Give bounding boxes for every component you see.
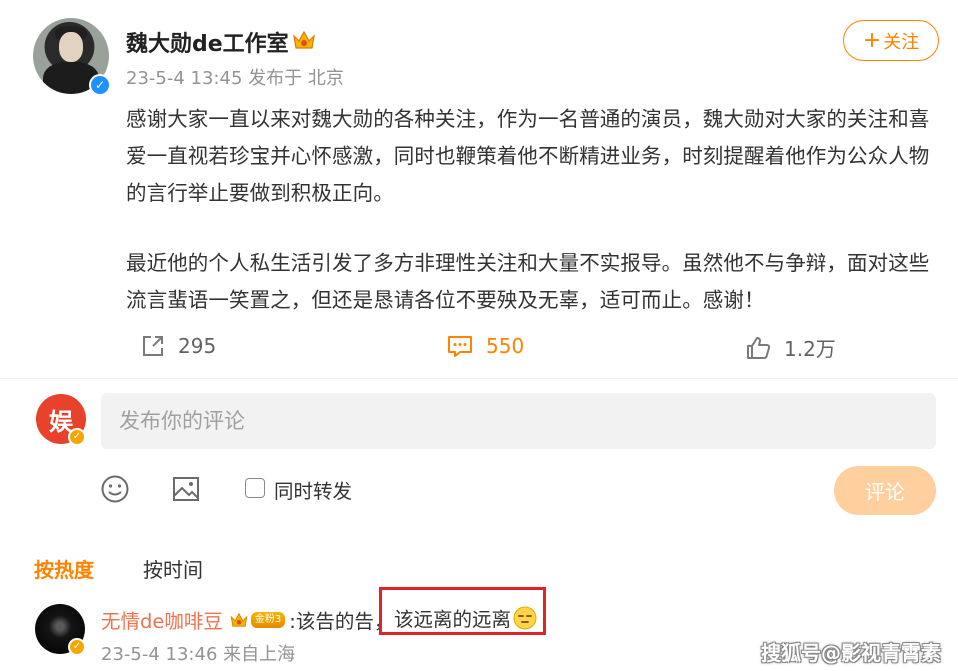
- comment-count: 550: [486, 334, 525, 358]
- comment-button[interactable]: 550: [446, 333, 524, 359]
- post-author-name[interactable]: 魏大勋de工作室: [126, 26, 289, 58]
- verified-badge-icon: ✓: [89, 74, 111, 96]
- repost-checkbox[interactable]: [245, 478, 265, 498]
- comment-icon: [448, 336, 472, 357]
- submit-comment-button[interactable]: 评论: [834, 466, 936, 515]
- section-divider: [0, 378, 958, 379]
- crown-icon: [230, 612, 248, 627]
- image-icon[interactable]: [171, 474, 201, 504]
- comment-author-name[interactable]: 无情de咖啡豆: [101, 605, 223, 634]
- repost-checkbox-label[interactable]: 同时转发: [274, 475, 352, 504]
- comment-text-highlighted: 该远离的远离: [394, 603, 537, 632]
- watermark: 搜狐号@影视青霄素: [761, 641, 941, 665]
- repost-count: 295: [178, 334, 217, 358]
- repost-button[interactable]: 295: [140, 333, 216, 359]
- thumbs-up-icon: [747, 336, 771, 359]
- tab-sort-by-hot[interactable]: 按热度: [34, 554, 94, 583]
- comment-text-quote: 该远离的远离: [394, 608, 512, 631]
- fan-level-badge: 金粉3: [250, 611, 286, 628]
- emoji-icon[interactable]: [100, 474, 130, 504]
- comment-input[interactable]: [101, 393, 936, 449]
- comment-item: 无情de咖啡豆 金粉3 :该告的告，: [101, 605, 393, 634]
- comment-text: :该告的告，: [289, 610, 394, 633]
- share-icon: [143, 336, 163, 356]
- crown-icon: [293, 30, 315, 49]
- verified-badge-icon: ✓: [68, 428, 86, 446]
- follow-button[interactable]: + 关注: [843, 20, 939, 61]
- like-count: 1.2万: [784, 337, 836, 361]
- tab-sort-by-time[interactable]: 按时间: [143, 554, 203, 583]
- comment-timestamp-location: 23-5-4 13:46 来自上海: [101, 644, 296, 665]
- verified-badge-icon: ✓: [68, 638, 86, 656]
- smirk-emoji-icon: [513, 606, 537, 629]
- follow-label: 关注: [883, 31, 920, 53]
- post-text-paragraph: 最近他的个人私生活引发了多方非理性关注和大量不实报导。虽然他不与争辩，面对这些流…: [126, 251, 930, 312]
- post-text-paragraph: 感谢大家一直以来对魏大勋的各种关注，作为一名普通的演员，魏大勋对大家的关注和喜爱…: [126, 107, 930, 205]
- like-button[interactable]: 1.2万: [744, 333, 836, 362]
- plus-icon: +: [862, 27, 882, 53]
- post-timestamp-location: 23-5-4 13:45 发布于 北京: [126, 68, 344, 89]
